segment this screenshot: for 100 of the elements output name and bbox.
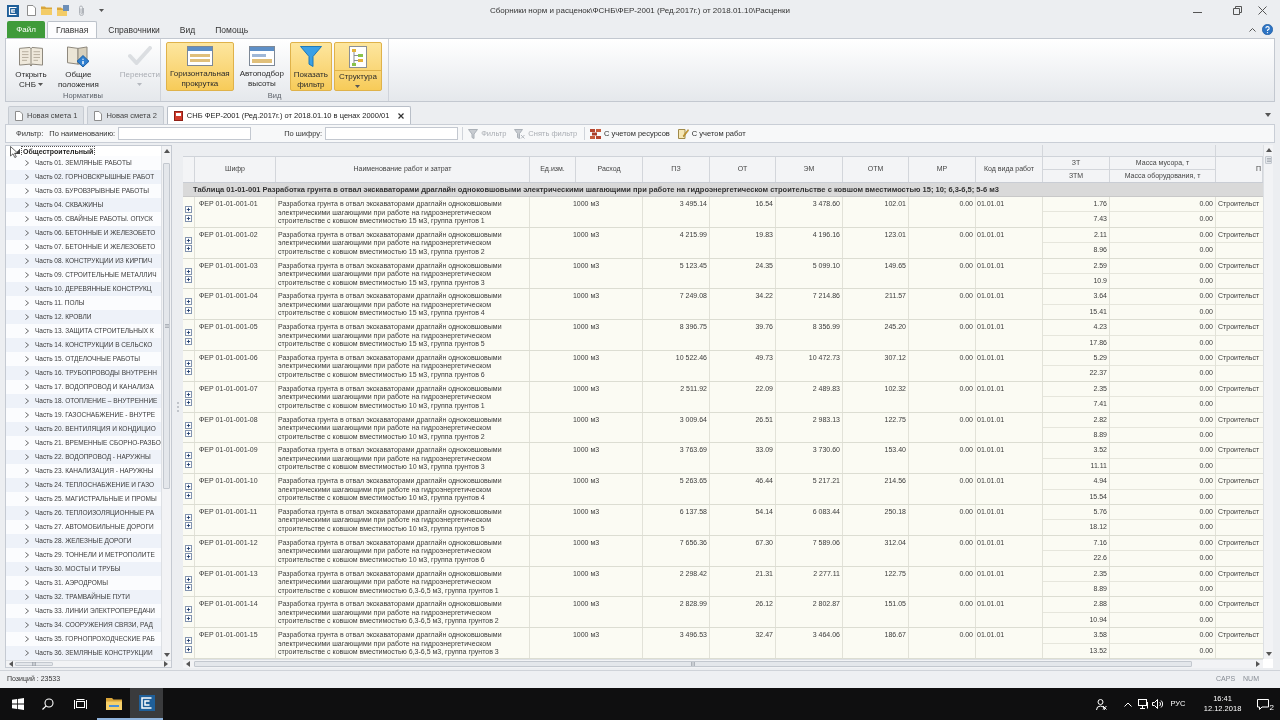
chevron-right-icon: [25, 454, 29, 460]
expand-icon[interactable]: [185, 544, 192, 552]
scroll-up-icon[interactable]: [1265, 148, 1272, 152]
expand-icon[interactable]: [185, 329, 192, 337]
expand-icon[interactable]: [185, 206, 192, 213]
book-info-icon: [66, 46, 91, 67]
expand-icon[interactable]: [185, 522, 192, 530]
expand-icon[interactable]: [185, 298, 192, 306]
collapse-ribbon-icon[interactable]: [1249, 27, 1256, 32]
expand-icon[interactable]: [185, 360, 192, 367]
folder-stack-icon[interactable]: [57, 5, 69, 16]
window-title: Сборники норм и расценок\ФСНБ\ФЕР-2001 (Ред.2017г.) от 2018.01.10\Расценки: [490, 4, 790, 17]
file-tab[interactable]: Файл: [7, 21, 45, 38]
expand-icon[interactable]: [185, 368, 192, 376]
restore-icon[interactable]: [1233, 6, 1242, 15]
chevron-right-icon: [25, 580, 29, 586]
chevron-right-icon: [25, 384, 29, 390]
new-document-icon[interactable]: [27, 5, 36, 16]
expand-icon[interactable]: [185, 399, 192, 407]
expand-icon[interactable]: [185, 584, 192, 592]
scroll-right-icon[interactable]: [164, 661, 168, 667]
expand-icon[interactable]: [185, 553, 192, 561]
ribbon-button[interactable]: Автоподбор высоты: [235, 42, 288, 91]
scroll-left-icon[interactable]: [9, 661, 13, 667]
expand-icon[interactable]: [185, 483, 192, 491]
ribbon-button[interactable]: Показать фильтр: [289, 42, 332, 91]
expand-icon[interactable]: [185, 460, 192, 468]
expand-icon[interactable]: [185, 513, 192, 521]
ribbon-tab[interactable]: Главная: [47, 21, 98, 38]
chevron-right-icon: [25, 188, 29, 194]
expand-icon[interactable]: [185, 337, 192, 345]
scrollbar-thumb[interactable]: [163, 163, 170, 489]
paperclip-icon[interactable]: [78, 5, 86, 16]
ribbon-tab[interactable]: Вид: [170, 21, 205, 38]
scrollbar-track[interactable]: [6, 660, 171, 667]
help-icon[interactable]: [1262, 24, 1273, 35]
ribbon-tab[interactable]: Справочники: [99, 21, 169, 38]
chevron-right-icon: [25, 314, 29, 320]
expand-icon[interactable]: [185, 276, 192, 284]
ribbon-split-button[interactable]: Структура: [333, 42, 382, 91]
funnel-clear-icon: [514, 128, 526, 139]
search-icon[interactable]: [42, 698, 54, 710]
expand-icon[interactable]: [185, 245, 192, 253]
task-view-icon[interactable]: [73, 698, 87, 710]
notification-icon[interactable]: [1256, 698, 1269, 710]
caret-icon: [355, 85, 361, 88]
ribbon-button[interactable]: Общие положения: [54, 42, 103, 91]
scroll-down-icon[interactable]: [1265, 652, 1272, 656]
input-field[interactable]: [118, 127, 252, 140]
input-field[interactable]: [325, 127, 459, 140]
app-logo-icon[interactable]: [7, 4, 19, 17]
chevron-right-icon: [25, 398, 29, 404]
scrollbar-thumb[interactable]: [1265, 156, 1272, 164]
expand-icon[interactable]: [185, 452, 192, 460]
expand-icon[interactable]: [185, 606, 192, 614]
chevron-up-icon[interactable]: [1123, 701, 1132, 707]
open-book-icon: [19, 46, 43, 67]
ribbon-button[interactable]: Горизонтальная прокрутка: [166, 42, 234, 91]
expand-icon[interactable]: [185, 614, 192, 622]
notification-count: 2: [1269, 702, 1274, 712]
expand-icon[interactable]: [185, 491, 192, 499]
expand-icon[interactable]: [185, 575, 192, 583]
chevron-right-icon: [25, 286, 29, 292]
scrollbar-thumb[interactable]: [194, 661, 1192, 667]
scrollbar-track[interactable]: [1263, 145, 1273, 659]
chevron-right-icon: [25, 342, 29, 348]
app-logo-icon: [138, 695, 155, 711]
chevron-right-icon: [25, 636, 29, 642]
scroll-left-icon[interactable]: [186, 661, 190, 667]
taskbar-app-button[interactable]: [130, 688, 163, 720]
chevron-right-icon: [25, 552, 29, 558]
structure-icon: [348, 46, 367, 68]
scroll-down-icon[interactable]: [163, 653, 170, 657]
chevron-right-icon: [25, 594, 29, 600]
person-icon[interactable]: [1095, 698, 1107, 710]
expand-icon[interactable]: [185, 430, 192, 438]
chevron-right-icon: [25, 160, 29, 166]
windows-logo-icon[interactable]: [12, 698, 24, 710]
scroll-right-icon[interactable]: [1256, 661, 1260, 667]
chevron-right-icon: [25, 328, 29, 334]
close-icon[interactable]: [1258, 6, 1267, 15]
expand-icon[interactable]: [185, 306, 192, 314]
expand-icon[interactable]: [185, 267, 192, 275]
expand-icon[interactable]: [185, 214, 192, 222]
splitter-grip-icon[interactable]: [176, 401, 179, 412]
ribbon-tab[interactable]: Помощь: [206, 21, 258, 38]
ribbon-dropdown-button[interactable]: Открыть СНБ: [10, 42, 52, 91]
expand-icon[interactable]: [185, 637, 192, 645]
expand-icon[interactable]: [185, 236, 192, 244]
scrollbar-track[interactable]: [161, 146, 171, 660]
caret-icon: [1265, 113, 1271, 117]
network-icon[interactable]: [1137, 699, 1149, 709]
expand-icon[interactable]: [185, 421, 192, 429]
chevron-right-icon: [25, 440, 29, 446]
expand-icon[interactable]: [185, 390, 192, 398]
scroll-up-icon[interactable]: [163, 149, 170, 153]
close-icon[interactable]: [398, 112, 405, 119]
volume-icon[interactable]: [1151, 699, 1163, 709]
expand-icon[interactable]: [185, 645, 192, 653]
scrollbar-track[interactable]: [183, 659, 1263, 668]
